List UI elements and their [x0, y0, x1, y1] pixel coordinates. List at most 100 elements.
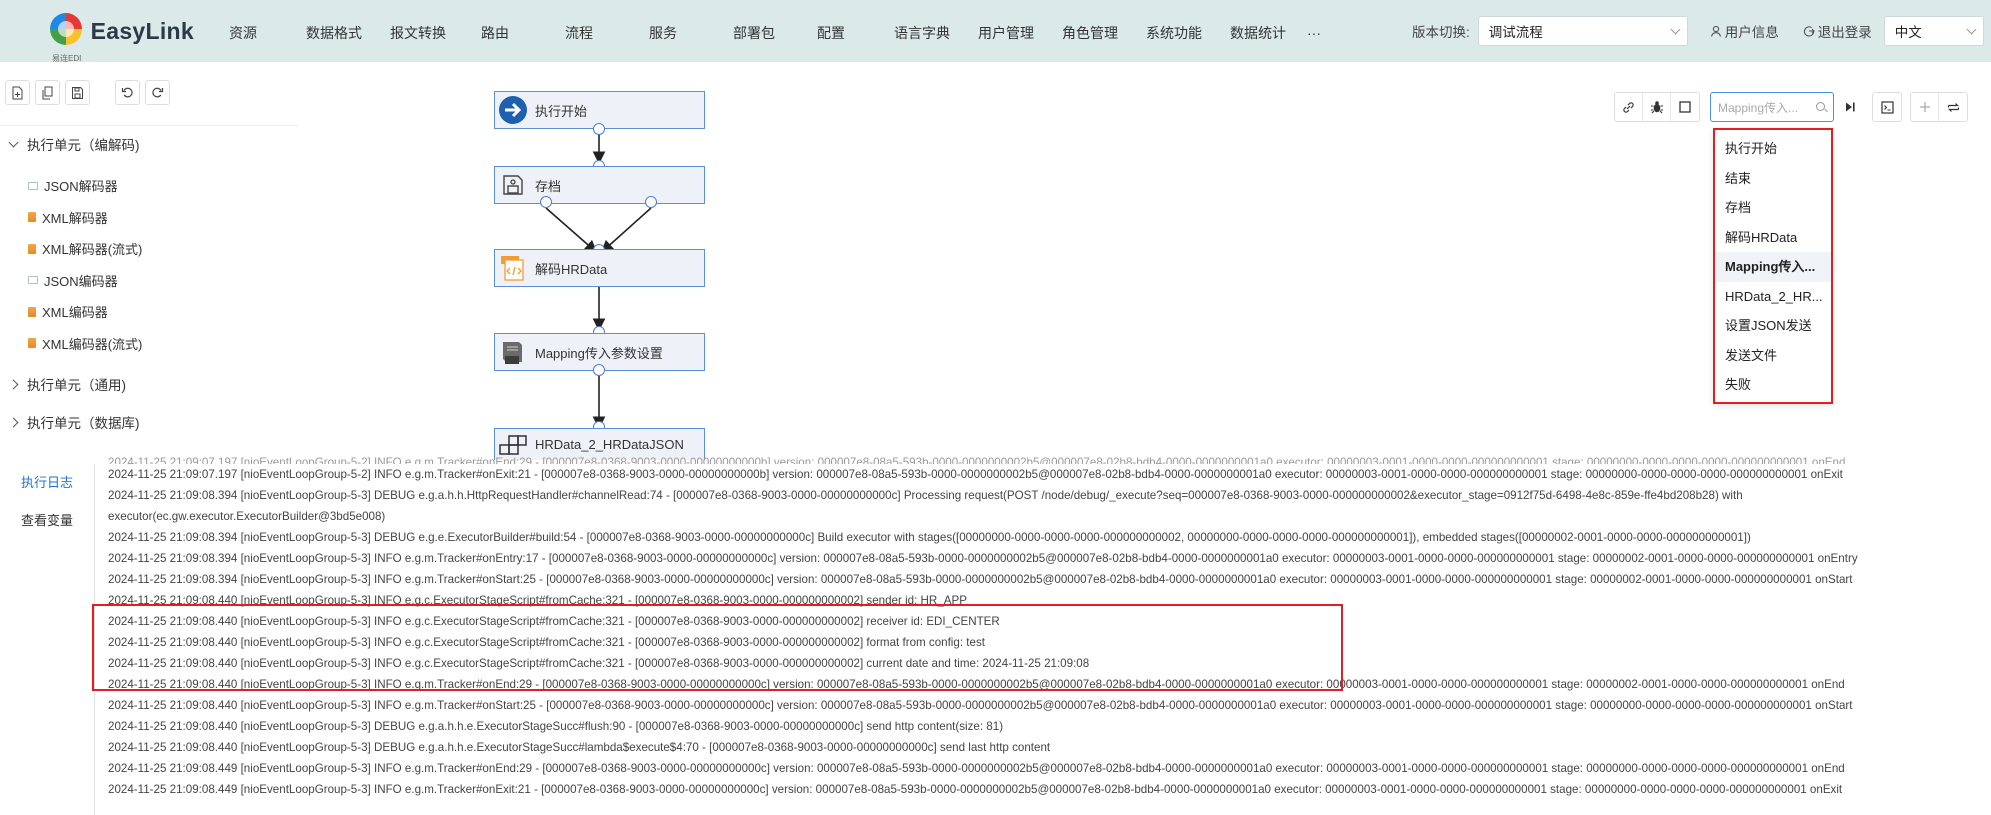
- dropdown-option[interactable]: HRData_2_HR...: [1715, 282, 1831, 312]
- version-select-value: 调试流程: [1488, 25, 1543, 40]
- stop-button[interactable]: [1671, 93, 1699, 121]
- tab-execution-log[interactable]: 执行日志: [0, 464, 94, 502]
- link-tool-button[interactable]: [1615, 93, 1643, 121]
- component-icon: [28, 212, 36, 223]
- logo-globe-icon: 易连EDI: [44, 9, 85, 63]
- redo-icon: [152, 87, 164, 98]
- log-line: 2024-11-25 21:09:08.394 [nioEventLoopGro…: [108, 489, 1743, 523]
- tree-item-xml-encoder[interactable]: XML编码器: [0, 296, 300, 328]
- save-button[interactable]: [65, 80, 90, 105]
- tree-item-label: XML编码器(流式): [42, 336, 143, 352]
- user-icon: [1710, 25, 1721, 37]
- new-file-button[interactable]: [5, 80, 30, 105]
- nav-item-service[interactable]: 服务: [642, 0, 684, 62]
- tree-group-database[interactable]: 执行单元（数据库): [0, 403, 300, 441]
- app-logo[interactable]: 易连EDI EasyLink: [44, 4, 194, 63]
- tree-item-json-decoder[interactable]: JSON解码器: [0, 170, 300, 202]
- logout-label: 退出登录: [1817, 25, 1872, 40]
- log-line: 2024-11-25 21:09:08.449 [nioEventLoopGro…: [108, 762, 1845, 775]
- dropdown-option[interactable]: 执行开始: [1715, 134, 1831, 164]
- dropdown-option-active[interactable]: Mapping传入...: [1715, 252, 1831, 282]
- nav-item-role-management[interactable]: 角色管理: [1062, 0, 1118, 62]
- dropdown-option[interactable]: 解码HRData: [1715, 223, 1831, 253]
- chevron-right-icon: [8, 417, 19, 427]
- step-next-button[interactable]: [1836, 93, 1864, 121]
- canvas-tools: Mapping传入...: [1614, 92, 1968, 122]
- tree-item-label: XML解码器(流式): [42, 242, 143, 258]
- tree-group-label: 执行单元（通用): [27, 378, 126, 393]
- tree-item-label: JSON编码器: [44, 273, 118, 289]
- dropdown-option[interactable]: 设置JSON发送: [1715, 311, 1831, 341]
- tree-group-general[interactable]: 执行单元（通用): [0, 365, 300, 403]
- flow-port[interactable]: [593, 123, 605, 135]
- user-info-label: 用户信息: [1724, 25, 1779, 40]
- component-icon: [28, 181, 38, 190]
- top-header: 易连EDI EasyLink 资源 数据格式 报文转换 路由 流程 服务 部署包…: [0, 0, 1991, 63]
- nav-item-resources[interactable]: 资源: [222, 0, 264, 62]
- tree-item-xml-decoder-stream[interactable]: XML解码器(流式): [0, 233, 300, 265]
- redo-button[interactable]: [145, 80, 170, 105]
- component-icon: [28, 338, 36, 349]
- search-placeholder: Mapping传入...: [1718, 100, 1799, 115]
- tree-item-label: JSON解码器: [44, 179, 118, 195]
- flow-port[interactable]: [540, 196, 552, 208]
- tree-item-xml-encoder-stream[interactable]: XML编码器(流式): [0, 328, 300, 360]
- log-line: 2024-11-25 21:09:08.394 [nioEventLoopGro…: [108, 552, 1858, 565]
- logout-link[interactable]: 退出登录: [1803, 21, 1872, 41]
- swap-button[interactable]: [1939, 93, 1967, 121]
- flow-node-label: 存档: [535, 178, 562, 194]
- tool-group-left: [1614, 92, 1700, 122]
- nav-item-user-management[interactable]: 用户管理: [978, 0, 1034, 62]
- bottom-side-tabs: 执行日志 查看变量: [0, 464, 95, 815]
- component-icon: [28, 243, 36, 254]
- nav-item-system-function[interactable]: 系统功能: [1146, 0, 1202, 62]
- undo-button[interactable]: [115, 80, 140, 105]
- flow-node-archive[interactable]: 存档: [494, 166, 705, 204]
- nav-item-statistics[interactable]: 数据统计: [1230, 0, 1286, 62]
- version-select[interactable]: 调试流程: [1477, 16, 1688, 46]
- dropdown-option[interactable]: 存档: [1715, 193, 1831, 223]
- nav-more-icon[interactable]: ···: [1304, 0, 1324, 62]
- nav-item-deploy-package[interactable]: 部署包: [726, 0, 782, 62]
- language-select[interactable]: 中文: [1883, 16, 1984, 46]
- save-icon: [72, 86, 83, 99]
- chevron-down-icon: [1966, 24, 1977, 35]
- nav-item-data-format[interactable]: 数据格式: [306, 0, 362, 62]
- tab-view-variables[interactable]: 查看变量: [0, 502, 94, 540]
- flow-node-decode-hrdata[interactable]: 解码HRData: [494, 249, 705, 287]
- main-nav: 资源 数据格式 报文转换 路由 流程 服务 部署包 配置 语言字典 用户管理 角…: [222, 0, 1324, 62]
- dropdown-option[interactable]: 失败: [1715, 370, 1831, 400]
- code-file-icon: [497, 252, 529, 284]
- copy-button[interactable]: [35, 80, 60, 105]
- log-line: 2024-11-25 21:09:08.394 [nioEventLoopGro…: [108, 531, 1751, 544]
- new-file-icon: [12, 86, 23, 99]
- node-search-input[interactable]: Mapping传入...: [1710, 92, 1834, 122]
- debug-button[interactable]: [1643, 93, 1671, 121]
- header-right: 版本切换: 调试流程 用户信息 退出登录 中文: [1412, 0, 1984, 62]
- dropdown-option[interactable]: 发送文件: [1715, 341, 1831, 371]
- nav-item-config[interactable]: 配置: [810, 0, 852, 62]
- dropdown-option[interactable]: 结束: [1715, 164, 1831, 194]
- flow-port[interactable]: [645, 196, 657, 208]
- tree-item-xml-decoder[interactable]: XML解码器: [0, 202, 300, 234]
- copy-icon: [42, 86, 53, 99]
- tree-item-label: XML解码器: [42, 210, 108, 226]
- link-icon: [1623, 101, 1634, 113]
- flow-port[interactable]: [593, 364, 605, 376]
- skip-next-icon: [1846, 102, 1855, 112]
- version-label: 版本切换:: [1412, 25, 1470, 40]
- nav-item-language-dict[interactable]: 语言字典: [894, 0, 950, 62]
- console-button[interactable]: [1873, 93, 1901, 121]
- log-line: 2024-11-25 21:09:08.440 [nioEventLoopGro…: [108, 741, 1051, 754]
- nav-item-message-convert[interactable]: 报文转换: [390, 0, 446, 62]
- tree-group-label: 执行单元（数据库): [27, 416, 140, 431]
- bug-icon: [1650, 101, 1663, 114]
- log-line: 2024-11-25 21:09:08.394 [nioEventLoopGro…: [108, 573, 1853, 586]
- nav-item-route[interactable]: 路由: [474, 0, 516, 62]
- user-info-link[interactable]: 用户信息: [1710, 21, 1779, 41]
- tree-group-codec[interactable]: 执行单元（编解码): [0, 126, 300, 162]
- add-button[interactable]: [1911, 93, 1939, 121]
- nav-item-flow[interactable]: 流程: [558, 0, 600, 62]
- tree-item-json-encoder[interactable]: JSON编码器: [0, 265, 300, 297]
- tree-item-label: XML编码器: [42, 305, 108, 321]
